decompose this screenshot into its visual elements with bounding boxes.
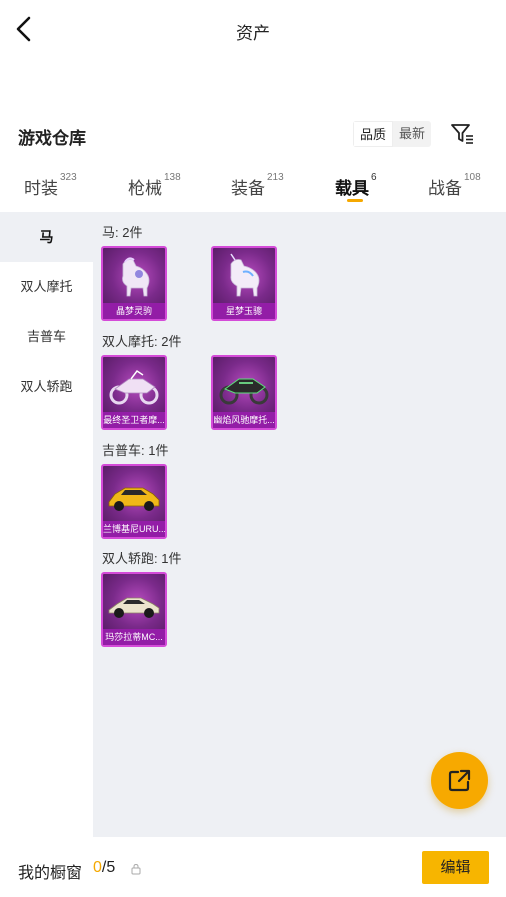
tab-label: 时装 [24, 179, 58, 198]
tab-vehicles[interactable]: 载具6 [335, 172, 377, 199]
tab-label: 枪械 [128, 179, 162, 198]
car-image [108, 487, 160, 511]
tab-label: 载具 [335, 179, 369, 198]
showcase-bar: 我的橱窗 0/5 编辑 [0, 837, 506, 897]
item-card[interactable]: 晶梦灵驹 [101, 246, 167, 321]
warehouse-header: 游戏仓库 品质 最新 [0, 118, 506, 154]
lock-icon [131, 863, 141, 875]
share-button[interactable] [431, 752, 488, 809]
top-bar: 资产 [0, 0, 506, 60]
edit-button[interactable]: 编辑 [422, 851, 489, 884]
showcase-current: 0 [93, 859, 102, 876]
item-name: 最终圣卫者摩... [103, 412, 165, 428]
sort-toggle: 品质 最新 [353, 121, 431, 147]
vehicle-list: 马: 2件 晶梦灵驹 星梦玉骢 双人摩托: 2件 最终圣卫者摩... 幽焰风驰摩… [93, 212, 506, 837]
item-card[interactable]: 幽焰风驰摩托... [211, 355, 277, 430]
item-name: 幽焰风驰摩托... [213, 412, 275, 428]
tab-equipment[interactable]: 装备213 [231, 172, 284, 199]
item-card[interactable]: 星梦玉骢 [211, 246, 277, 321]
item-name: 玛莎拉蒂MC... [103, 629, 165, 645]
vehicle-type-sidebar: 马 双人摩托 吉普车 双人轿跑 [0, 212, 93, 837]
car-image [108, 597, 160, 618]
tab-count: 213 [267, 172, 284, 183]
item-card[interactable]: 最终圣卫者摩... [101, 355, 167, 430]
showcase-total: /5 [101, 859, 116, 876]
item-name: 星梦玉骢 [213, 303, 275, 319]
group-title-motorcycle: 双人摩托: 2件 [102, 334, 182, 349]
share-icon [448, 769, 471, 792]
tab-count: 108 [464, 172, 481, 183]
horse-image [122, 257, 150, 297]
category-tabs: 时装323 枪械138 装备213 载具6 战备108 [0, 162, 506, 212]
showcase-count: 0/5 [93, 859, 115, 877]
sort-quality-button[interactable]: 品质 [353, 121, 393, 147]
item-name: 晶梦灵驹 [103, 303, 165, 319]
group-title-coupe: 双人轿跑: 1件 [102, 551, 182, 566]
tab-count: 6 [371, 172, 377, 183]
tab-count: 323 [60, 172, 77, 183]
tab-supplies[interactable]: 战备108 [428, 172, 481, 199]
tab-guns[interactable]: 枪械138 [128, 172, 181, 199]
item-name: 兰博基尼URU... [103, 521, 165, 537]
active-tab-indicator [347, 199, 363, 202]
motorcycle-image [219, 378, 269, 405]
tab-label: 装备 [231, 179, 265, 198]
sort-latest-button[interactable]: 最新 [393, 121, 431, 147]
page-title: 资产 [236, 24, 270, 43]
horse-image [230, 253, 260, 297]
filter-icon[interactable] [448, 120, 476, 148]
sidebar-item-motorcycle[interactable]: 双人摩托 [0, 262, 93, 312]
tab-count: 138 [164, 172, 181, 183]
group-title-jeep: 吉普车: 1件 [102, 443, 169, 458]
group-title-horse: 马: 2件 [102, 225, 143, 240]
item-card[interactable]: 兰博基尼URU... [101, 464, 167, 539]
sidebar-item-coupe[interactable]: 双人轿跑 [0, 362, 93, 412]
tab-fashion[interactable]: 时装323 [24, 172, 77, 199]
motorcycle-image [109, 369, 159, 405]
sidebar-item-jeep[interactable]: 吉普车 [0, 312, 93, 362]
sidebar-item-horse[interactable]: 马 [0, 212, 93, 262]
tab-label: 战备 [428, 179, 462, 198]
item-card[interactable]: 玛莎拉蒂MC... [101, 572, 167, 647]
section-title: 游戏仓库 [18, 129, 86, 148]
showcase-label: 我的橱窗 [18, 865, 83, 882]
